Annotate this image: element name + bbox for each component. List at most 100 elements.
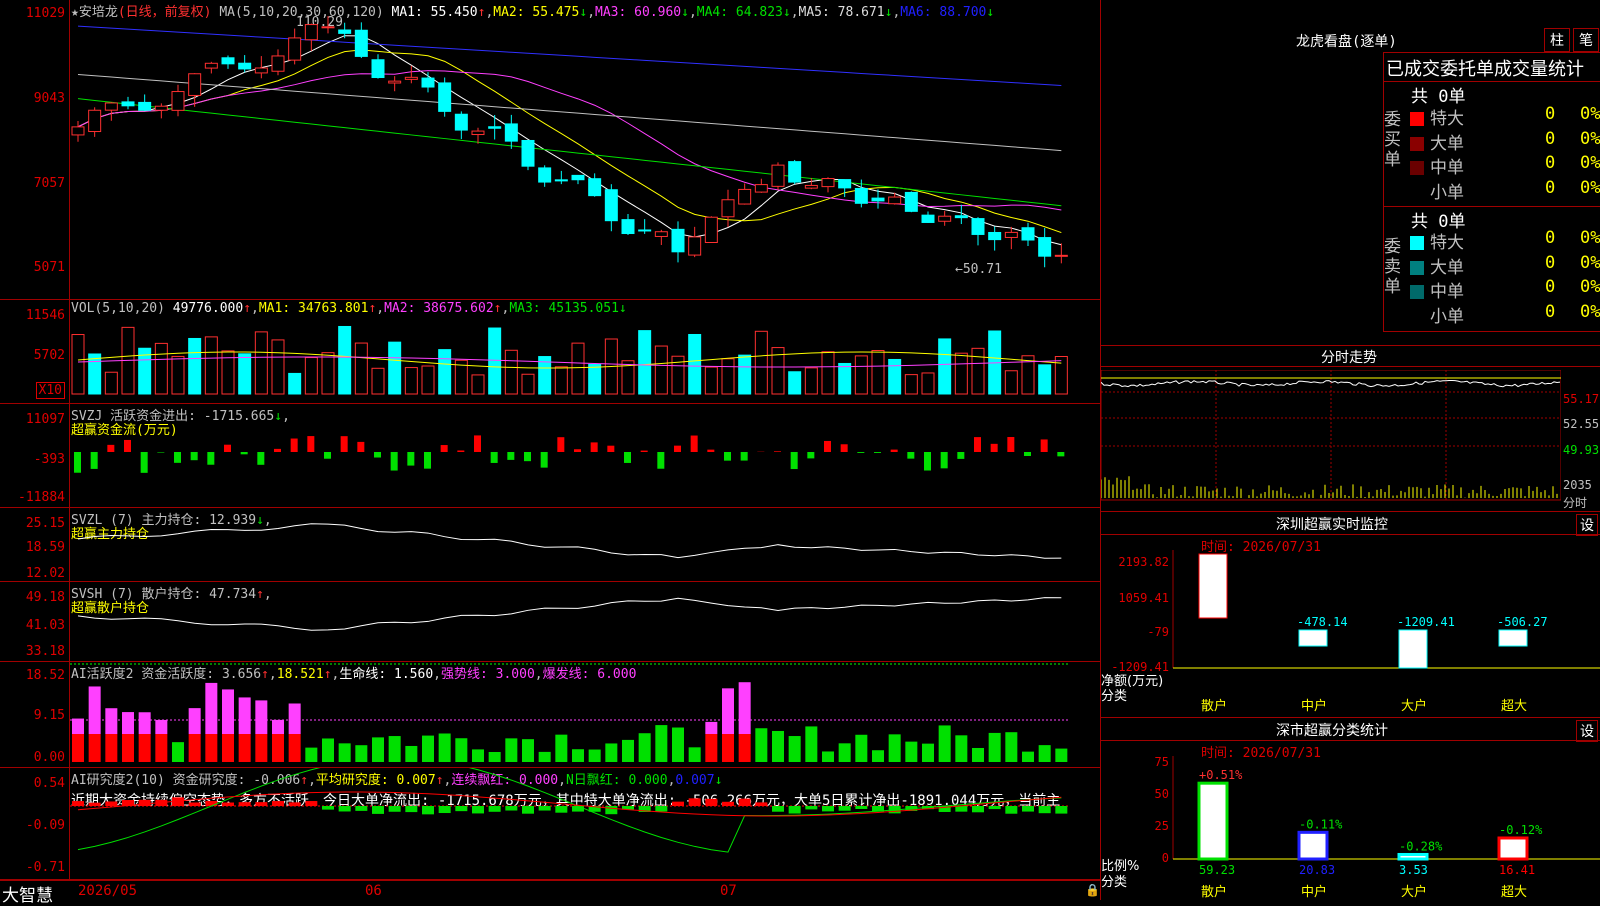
- color-swatch: [1410, 137, 1424, 151]
- volume-bar: [205, 337, 217, 394]
- ai-activity-pane[interactable]: 18.52 9.15 0.00 AI活跃度2 资金活跃度: 3.656↑,18.…: [0, 662, 1100, 768]
- flow-bar: [357, 442, 364, 452]
- volume-pane[interactable]: 11546 5702 X10 VOL(5,10,20) 49776.000↑,M…: [0, 300, 1100, 404]
- stat-bar: [1199, 783, 1227, 859]
- flow-bar: [341, 436, 348, 452]
- svzj-pane[interactable]: 11097 -393 -11884 SVZJ 活跃资金进出: -1715.665…: [0, 404, 1100, 508]
- flow-bar: [707, 450, 714, 452]
- monitor-settings-button[interactable]: 设: [1576, 514, 1598, 536]
- research-bar: [255, 802, 267, 806]
- candle-body: [555, 180, 567, 181]
- y-label: 12.02: [26, 566, 65, 581]
- activity-bar: [372, 737, 384, 762]
- candle-body: [589, 179, 601, 196]
- stat-pct: -0.11%: [1299, 817, 1343, 831]
- research-bar: [355, 806, 367, 811]
- flow-bar: [1007, 437, 1014, 452]
- activity-bar: [755, 728, 767, 762]
- svzl-pane[interactable]: 25.15 18.59 12.02 SVZL (7) 主力持仓: 12.939↓…: [0, 508, 1100, 582]
- intraday-tab[interactable]: 分时: [1563, 494, 1587, 511]
- color-swatch: [1410, 236, 1424, 250]
- ai-research-pane[interactable]: 0.54 -0.09 -0.71 AI研究度2(10) 资金研究度: -0.00…: [0, 768, 1100, 880]
- flow-bar: [257, 452, 264, 465]
- y-label: 41.03: [26, 618, 65, 633]
- trade-view-button[interactable]: 笔: [1573, 28, 1599, 52]
- y-label: 18.52: [26, 668, 65, 683]
- candle-body: [722, 200, 734, 217]
- bar-view-button[interactable]: 柱: [1544, 28, 1570, 52]
- stat-category: 中户: [1301, 884, 1327, 900]
- volume-bar: [105, 372, 117, 394]
- flow-bar: [107, 445, 114, 452]
- candle-body: [922, 215, 934, 222]
- candle-body: [1055, 255, 1067, 256]
- monitor-bar: [1399, 630, 1427, 668]
- monitor-chart: 2193.821059.41-79-1209.412193.82散户-478.1…: [1101, 550, 1600, 720]
- research-bar: [472, 806, 484, 813]
- candle-body: [772, 165, 784, 186]
- y-label: -11884: [18, 490, 65, 505]
- activity-bar-base: [272, 734, 284, 762]
- activity-bar-top: [89, 686, 101, 734]
- volume-bar: [422, 366, 434, 394]
- volume-bar: [405, 368, 417, 394]
- research-bar: [422, 806, 434, 814]
- candle-body: [172, 92, 184, 111]
- svsh-pane[interactable]: 49.18 41.03 33.18 SVSH (7) 散户持仓: 47.734↑…: [0, 582, 1100, 662]
- research-bar: [855, 806, 867, 809]
- activity-bar: [305, 748, 317, 762]
- buy-row-label: 小单: [1430, 183, 1464, 203]
- flow-bar: [141, 452, 148, 473]
- flow-bar: [491, 452, 498, 463]
- stat-title: 深市超赢分类统计: [1276, 720, 1388, 740]
- volume-bar: [955, 353, 967, 394]
- buy-row-label: 中单: [1430, 158, 1464, 178]
- activity-bar-top: [72, 719, 84, 734]
- volume-bar: [1055, 356, 1067, 394]
- color-swatch: [1410, 161, 1424, 175]
- sell-row-pct: 0%: [1580, 302, 1600, 322]
- volume-bar: [522, 374, 534, 394]
- stat-bar: [1399, 854, 1427, 859]
- monitor-category: 中户: [1301, 698, 1327, 714]
- candle-body: [139, 102, 151, 110]
- retail-holding-chart: [70, 582, 1100, 662]
- price-pane[interactable]: 11029 9043 7057 5071 ★安培龙(日线，前复权) MA(5,1…: [0, 0, 1100, 300]
- research-bar: [89, 803, 101, 806]
- intraday-chart[interactable]: [1101, 370, 1561, 510]
- volume-bar: [372, 368, 384, 394]
- y-label: 33.18: [26, 644, 65, 659]
- activity-bar: [655, 725, 667, 762]
- volume-bar: [589, 364, 601, 394]
- activity-bar: [422, 736, 434, 762]
- stat-settings-button[interactable]: 设: [1576, 720, 1598, 742]
- activity-bar: [1005, 732, 1017, 762]
- research-bar: [739, 799, 751, 806]
- main-holding-chart: [70, 508, 1100, 582]
- activity-bar-base: [122, 734, 134, 762]
- lock-icon[interactable]: 🔒: [1085, 883, 1100, 897]
- candle-body: [705, 217, 717, 242]
- candle-body: [205, 63, 217, 68]
- candle-body: [539, 168, 551, 182]
- sell-row: 大单00%: [1410, 253, 1464, 278]
- volume-bar: [705, 367, 717, 394]
- candlestick-chart[interactable]: [70, 0, 1100, 300]
- candle-body: [239, 63, 251, 69]
- flow-bar: [974, 437, 981, 452]
- sell-row-count: 0: [1545, 277, 1555, 297]
- monitor-y-label: -79: [1147, 625, 1169, 639]
- lhb-tab[interactable]: 已成交委托单成交量统计: [1386, 55, 1584, 81]
- research-bar: [289, 802, 301, 806]
- y-label: 5702: [34, 348, 65, 363]
- volume-bar: [305, 358, 317, 394]
- activity-chart: [70, 662, 1100, 768]
- activity-bar-base: [222, 734, 234, 762]
- volume-bar: [889, 359, 901, 394]
- research-bar: [272, 801, 284, 806]
- activity-bar: [939, 725, 951, 762]
- candle-body: [505, 124, 517, 141]
- research-bar: [755, 802, 767, 806]
- volume-bar: [739, 355, 751, 394]
- lhb-tab-bar[interactable]: 已成交委托单成交量统计: [1383, 52, 1600, 82]
